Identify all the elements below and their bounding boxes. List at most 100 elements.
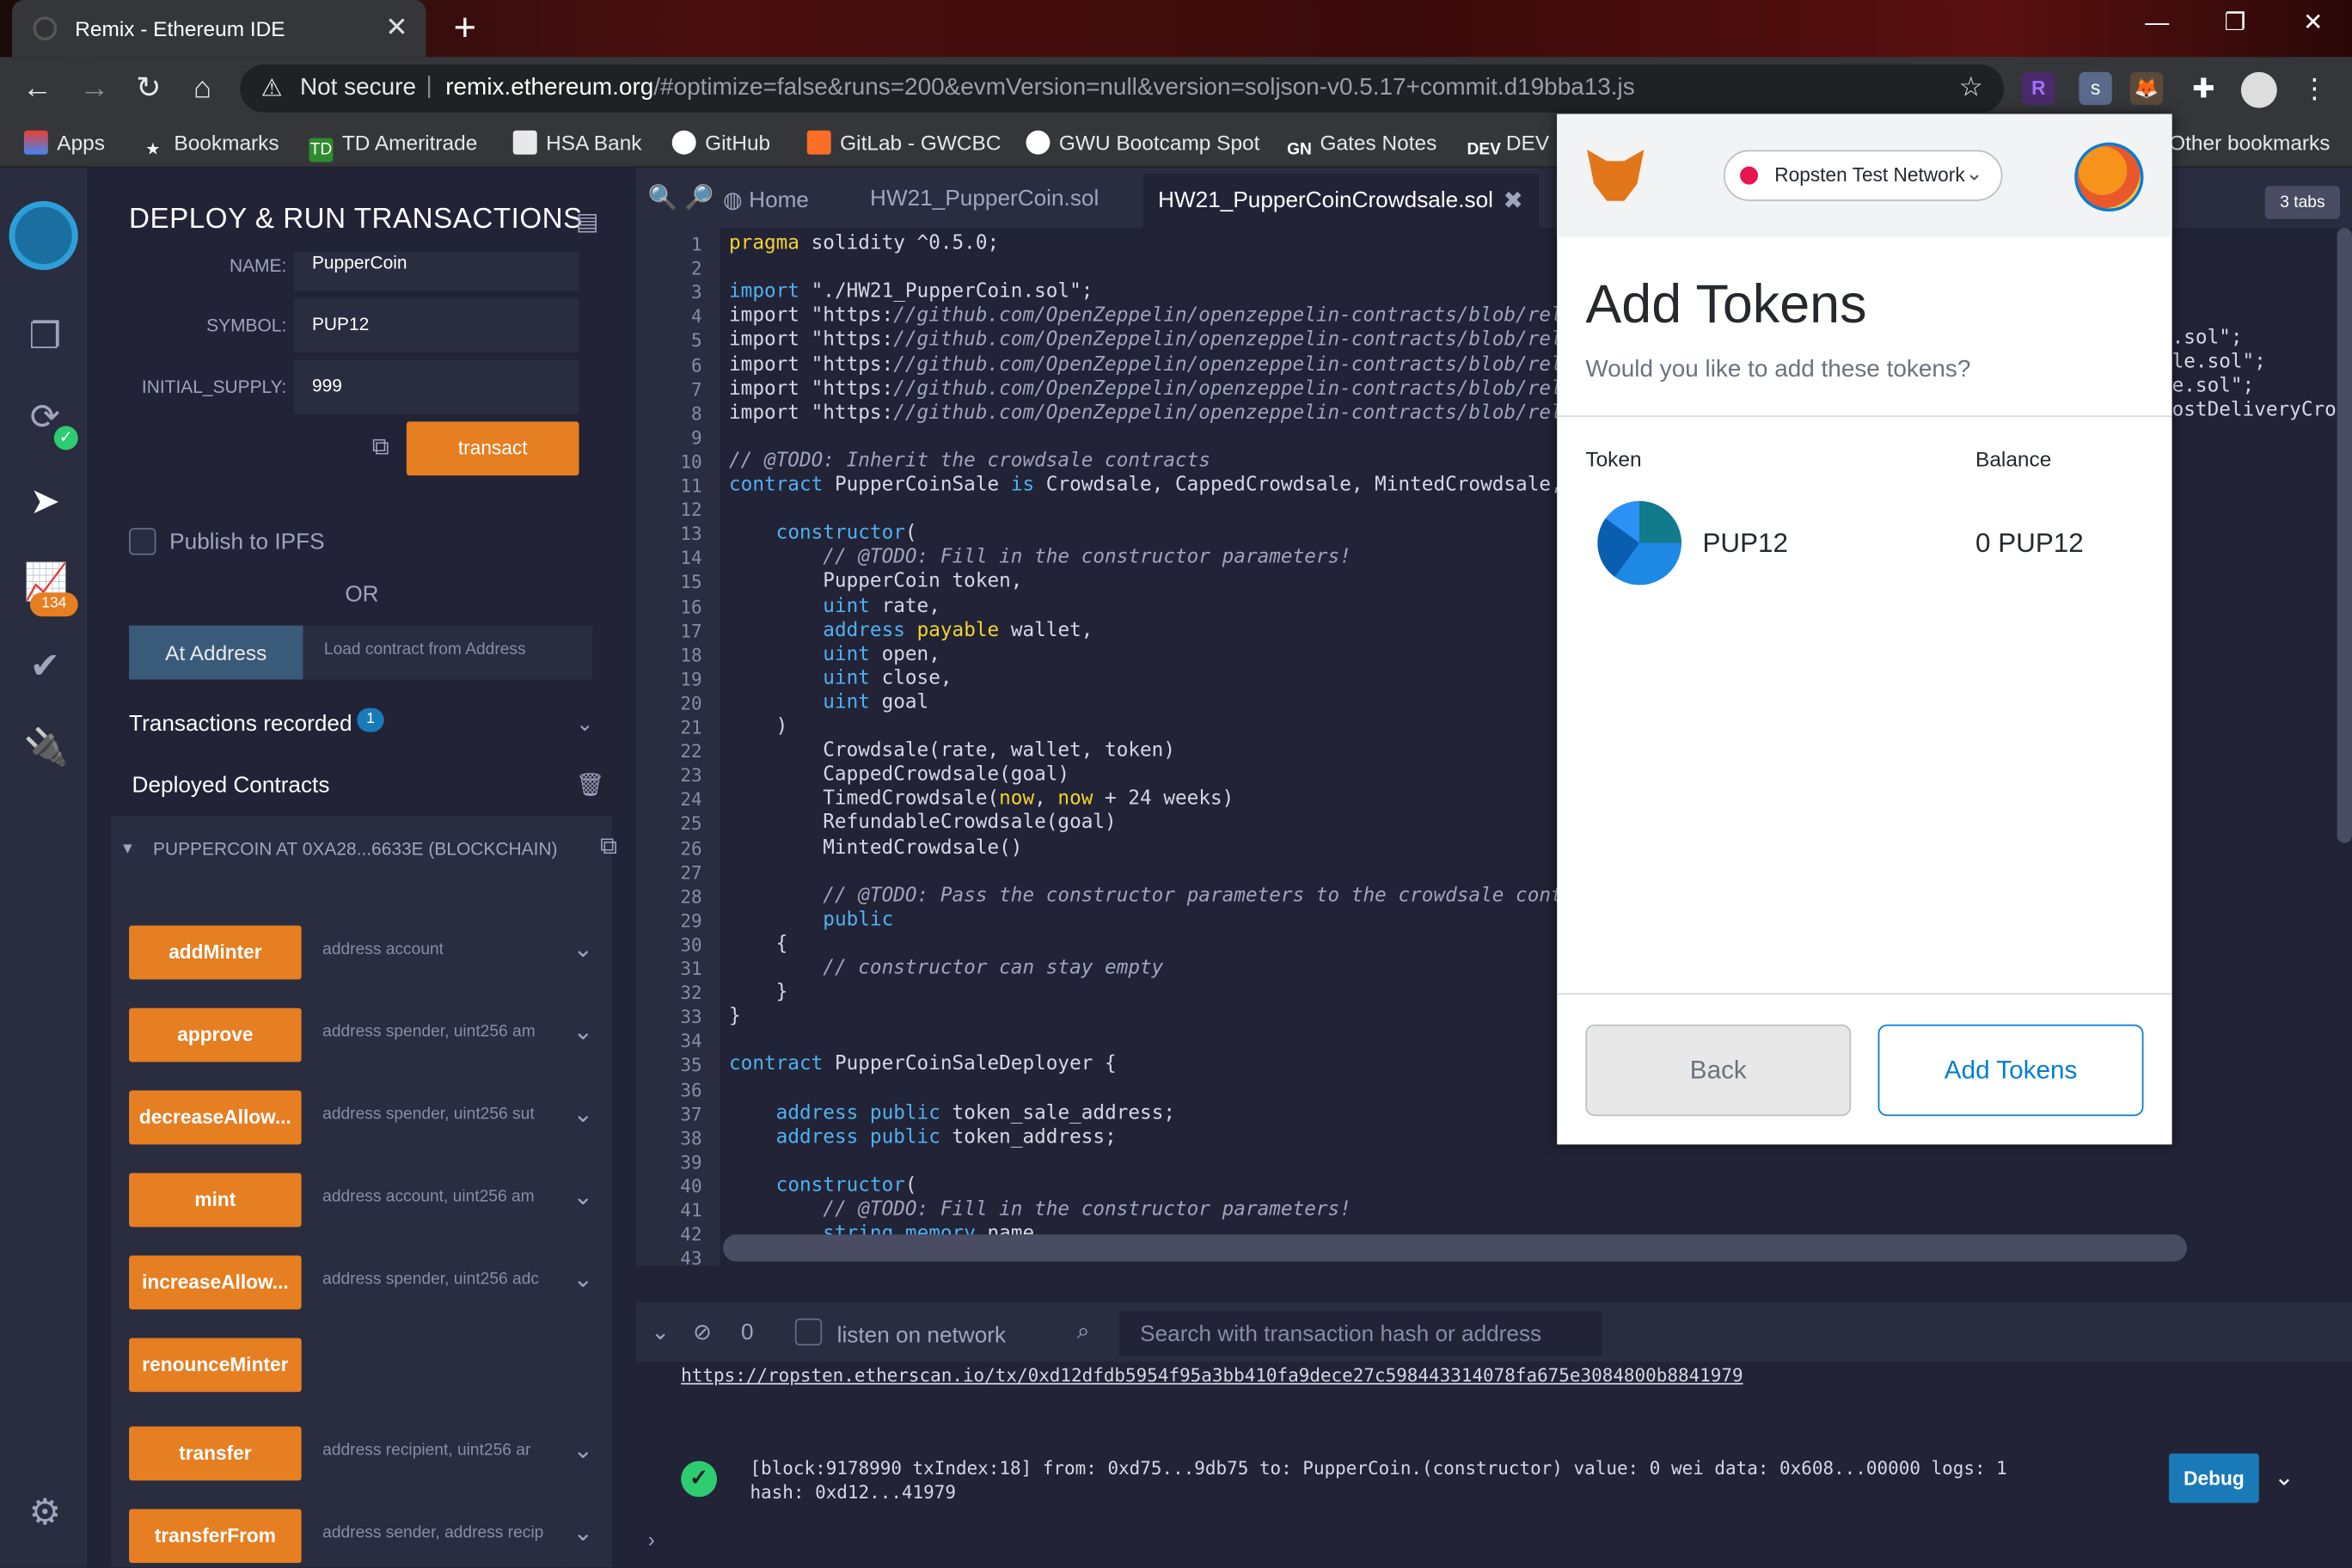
tx-count-badge: 1 [357, 707, 384, 732]
forward-arrow-icon[interactable]: → [75, 69, 113, 107]
tab-home[interactable]: ◍ Home [723, 186, 809, 213]
bookmark-github[interactable]: GitHub [671, 130, 770, 155]
docs-icon[interactable]: ▤ [576, 207, 598, 237]
function-button[interactable]: addMinter [129, 925, 302, 980]
bookmark-dev[interactable]: DEV DEV [1467, 131, 1550, 162]
expand-log-icon[interactable]: ⌄ [2274, 1462, 2294, 1492]
deploy-run-icon[interactable]: ➤ [24, 480, 66, 522]
bookmark-gates[interactable]: GN Gates Notes [1287, 131, 1436, 162]
chevron-down-icon[interactable]: ⌄ [573, 1017, 593, 1047]
function-args-input[interactable]: address spender, uint256 adc [301, 1255, 565, 1310]
close-tab-icon[interactable]: ✕ [385, 12, 407, 44]
line-number: 13 [680, 524, 702, 545]
code-line: address payable wallet, [823, 618, 1093, 642]
function-args-input[interactable]: address recipient, uint256 ar [301, 1426, 565, 1481]
publish-ipfs-checkbox[interactable] [129, 528, 156, 555]
function-button[interactable]: renounceMinter [129, 1338, 302, 1393]
function-button[interactable]: mint [129, 1173, 302, 1228]
chevron-down-icon[interactable]: ⌄ [573, 1099, 593, 1130]
chevron-down-icon[interactable]: ▾ [123, 837, 132, 858]
zoom-out-icon[interactable]: 🔍 [648, 183, 678, 213]
terminal-search-input[interactable]: Search with transaction hash or address [1118, 1311, 1602, 1357]
bookmark-hsa[interactable]: HSA Bank [512, 130, 642, 155]
back-button[interactable]: Back [1585, 1024, 1852, 1117]
home-icon[interactable]: ⌂ [183, 69, 222, 107]
menu-dots-icon[interactable]: ⋮ [2298, 72, 2331, 105]
function-args-input[interactable]: address spender, uint256 am [301, 1008, 565, 1063]
browser-tab[interactable]: Remix - Ethereum IDE ✕ [11, 0, 426, 58]
bookmark-gitlab[interactable]: GitLab - GWCBC [806, 130, 1001, 155]
line-number: 2 [690, 258, 702, 279]
function-button[interactable]: increaseAllow... [129, 1255, 302, 1310]
add-tokens-button[interactable]: Add Tokens [1877, 1024, 2144, 1117]
url-bar[interactable]: ⚠ Not secure | remix.ethereum.org/#optim… [240, 64, 2005, 113]
instance-title[interactable]: PUPPERCOIN AT 0XA28...6633E (BLOCKCHAIN) [153, 838, 558, 859]
tab-crowdsale[interactable]: HW21_PupperCoinCrowdsale.sol ✖ [1142, 174, 1540, 229]
listen-checkbox[interactable] [794, 1318, 823, 1346]
extension-s-icon[interactable]: s [2079, 71, 2112, 106]
code-line: constructor( [775, 522, 917, 545]
at-address-button[interactable]: At Address [129, 625, 303, 680]
account-avatar[interactable] [2074, 142, 2144, 212]
copy-address-icon[interactable]: ⧉ [600, 834, 617, 861]
line-number: 1 [690, 234, 702, 255]
tab-puppercoin[interactable]: HW21_PupperCoin.sol [870, 186, 1099, 211]
function-args-input[interactable]: address spender, uint256 sut [301, 1090, 565, 1145]
back-arrow-icon[interactable]: ← [18, 69, 57, 107]
collapse-chevrons-icon[interactable]: ⌄ [651, 1319, 670, 1346]
bookmark-gwu[interactable]: GWU Bootcamp Spot [1026, 130, 1259, 155]
reload-icon[interactable]: ↻ [129, 69, 168, 107]
chevron-down-icon[interactable]: ⌄ [573, 1182, 593, 1212]
chevron-down-icon[interactable]: ⌄ [576, 711, 593, 737]
function-args-input[interactable]: address account, uint256 am [301, 1173, 565, 1228]
line-number: 34 [680, 1031, 702, 1052]
etherscan-link[interactable]: https://ropsten.etherscan.io/tx/0xd12dfd… [681, 1365, 1743, 1386]
function-args-input[interactable]: address account [301, 925, 565, 980]
bookmark-star-icon[interactable]: ☆ [1959, 72, 1983, 104]
clear-icon[interactable]: ⊘ [693, 1319, 712, 1346]
load-address-input[interactable]: Load contract from Address [303, 625, 593, 680]
close-tab-icon[interactable]: ✖ [1503, 186, 1522, 216]
chevron-down-icon[interactable]: ⌄ [573, 1518, 593, 1548]
metamask-extension-icon[interactable]: 🦊 [2129, 71, 2164, 106]
function-button[interactable]: transferFrom [129, 1509, 302, 1564]
transact-button[interactable]: transact [406, 421, 579, 476]
tabs-dropdown[interactable]: 3 tabs [2264, 186, 2341, 219]
supply-input[interactable]: 999 [294, 359, 579, 414]
zoom-in-icon[interactable]: 🔎 [684, 183, 714, 213]
horizontal-scrollbar[interactable] [723, 1234, 2188, 1262]
chevron-down-icon[interactable]: ⌄ [573, 1436, 593, 1466]
tx-hash-line: hash: 0xd12...41979 [750, 1481, 956, 1504]
function-button[interactable]: approve [129, 1008, 302, 1063]
bookmark-td[interactable]: TD TD Ameritrade [309, 131, 477, 162]
plugin-icon[interactable]: 🔌 [24, 726, 69, 768]
profile-avatar-icon[interactable] [2240, 71, 2277, 108]
function-button[interactable]: decreaseAllow... [129, 1090, 302, 1145]
extensions-puzzle-icon[interactable]: ✚ [2187, 72, 2220, 105]
function-args-input[interactable]: address sender, address recip [301, 1509, 565, 1564]
other-bookmarks[interactable]: Other bookmarks [2169, 131, 2330, 155]
restore-icon[interactable]: ❐ [2196, 0, 2275, 48]
bookmark-bookmarks[interactable]: ★ Bookmarks [141, 131, 279, 162]
new-tab-button[interactable]: + [444, 8, 486, 50]
network-selector[interactable]: Ropsten Test Network ⌄ [1723, 150, 2003, 201]
vertical-scrollbar[interactable] [2337, 228, 2352, 843]
bookmark-apps[interactable]: Apps [23, 130, 105, 155]
file-explorer-icon[interactable]: ❐ [24, 315, 66, 357]
symbol-input[interactable]: PUP12 [294, 298, 579, 353]
window-close-icon[interactable]: ✕ [2274, 0, 2352, 48]
chevron-down-icon[interactable]: ⌄ [573, 1265, 593, 1295]
remix-logo-icon[interactable] [9, 200, 78, 271]
settings-gear-icon[interactable]: ⚙ [24, 1491, 66, 1533]
minimize-icon[interactable]: — [2118, 0, 2196, 48]
line-number: 29 [680, 910, 702, 932]
name-input[interactable]: PupperCoin [294, 252, 579, 291]
chevron-down-icon[interactable]: ⌄ [573, 934, 593, 965]
trash-icon[interactable]: 🗑 [576, 771, 604, 799]
copy-icon[interactable]: ⧉ [372, 435, 389, 462]
extension-r-icon[interactable]: R [2022, 71, 2055, 106]
transactions-recorded-label[interactable]: Transactions recorded [129, 711, 352, 737]
debug-button[interactable]: Debug [2169, 1453, 2259, 1504]
function-button[interactable]: transfer [129, 1426, 302, 1481]
test-check-icon[interactable]: ✔ [24, 645, 66, 687]
